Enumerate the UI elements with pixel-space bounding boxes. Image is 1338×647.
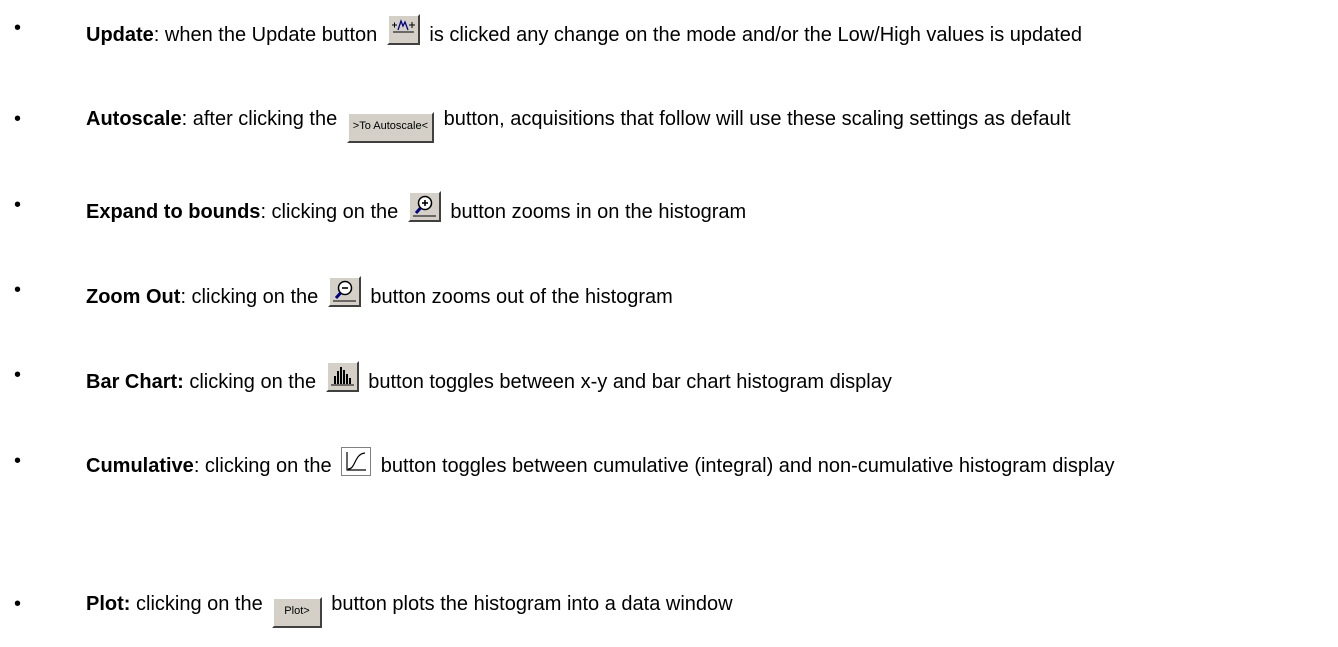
item-label: Plot:	[86, 593, 131, 615]
item-text: Zoom Out: clicking on the button zooms o…	[86, 276, 1308, 312]
item-text-after: button zooms out of the histogram	[364, 286, 673, 308]
item-text-after: button toggles between cumulative (integ…	[375, 455, 1115, 477]
item-text-before: clicking on the	[130, 593, 269, 615]
item-text: Expand to bounds: clicking on the button…	[86, 191, 1308, 227]
bullet: •	[14, 364, 22, 386]
item-text-before: : after clicking the	[181, 108, 343, 130]
bullet: •	[14, 194, 22, 216]
plot-button[interactable]: Plot>	[272, 597, 322, 628]
item-text-before: : clicking on the	[180, 286, 324, 308]
bar-chart-icon	[330, 367, 354, 386]
item-text-after: button, acquisitions that follow will us…	[438, 108, 1071, 130]
bar-chart-button[interactable]	[325, 361, 359, 392]
item-text: Autoscale: after clicking the >To Autosc…	[86, 105, 1308, 143]
update-button[interactable]	[386, 14, 420, 45]
to-autoscale-button[interactable]: >To Autoscale<	[346, 112, 435, 143]
item-text-before: clicking on the	[183, 371, 322, 393]
item-label: Autoscale	[86, 108, 182, 130]
item-label: Zoom Out	[86, 286, 181, 308]
item-text-before: : clicking on the	[260, 201, 404, 223]
cumulative-icon	[346, 452, 367, 471]
bullet: •	[14, 108, 22, 130]
item-text: Update: when the Update button is clicke…	[86, 14, 1308, 50]
item-label: Update	[86, 24, 154, 46]
item-text-after: button toggles between x-y and bar chart…	[362, 371, 892, 393]
bullet: •	[14, 279, 22, 301]
zoom-in-icon	[412, 195, 436, 217]
bullet: •	[14, 450, 22, 472]
item-label: Bar Chart:	[86, 371, 184, 393]
zoom-out-icon	[332, 280, 356, 302]
item-text-before: : when the Update button	[153, 24, 383, 46]
item-text-after: is clicked any change on the mode and/or…	[423, 24, 1083, 46]
item-label: Expand to bounds	[86, 201, 261, 223]
item-label: Cumulative	[86, 455, 194, 477]
item-text: Cumulative: clicking on the button toggl…	[86, 447, 1308, 481]
item-text: Bar Chart: clicking on the button toggle…	[86, 361, 1308, 397]
item-text-after: button zooms in on the histogram	[444, 201, 747, 223]
update-icon	[391, 19, 415, 33]
item-text-after: button plots the histogram into a data w…	[325, 593, 733, 615]
bullet: •	[14, 593, 22, 615]
item-text-before: : clicking on the	[193, 455, 338, 477]
expand-to-bounds-button[interactable]	[407, 191, 441, 222]
zoom-out-button[interactable]	[327, 276, 361, 307]
cumulative-button[interactable]	[341, 447, 372, 476]
item-text: Plot: clicking on the Plot> button plots…	[86, 590, 1308, 628]
bullet: •	[14, 17, 22, 39]
